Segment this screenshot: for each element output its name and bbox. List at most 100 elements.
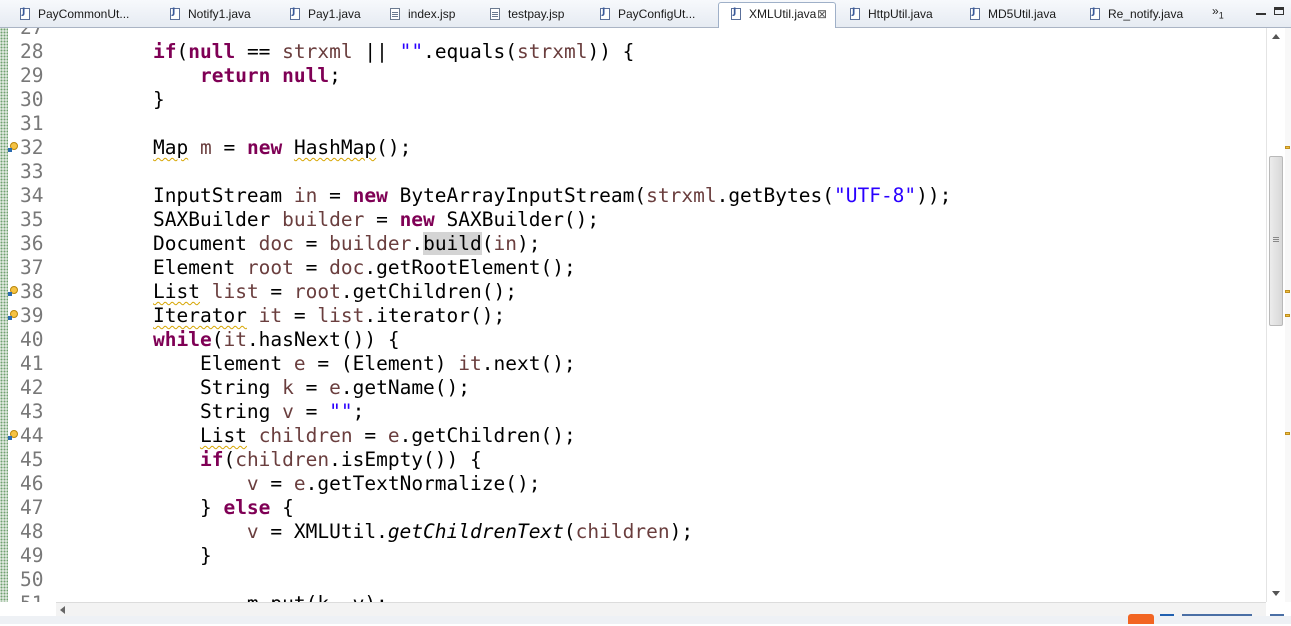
code-token: .iterator(); [364, 304, 506, 327]
code-token: .equals( [423, 40, 517, 63]
line-number: 49 [20, 544, 44, 567]
code-token: SAXBuilder(); [434, 208, 600, 231]
line-code: Map m = new HashMap(); [153, 136, 411, 160]
line-code: List children = e.getChildren(); [153, 424, 576, 448]
tab-notify1-java[interactable]: Notify1.java [158, 3, 273, 27]
code-token: = XMLUtil. [258, 520, 388, 543]
line-number: 42 [20, 376, 44, 399]
java-file-icon [970, 7, 980, 20]
code-token: root [246, 256, 294, 279]
ime-mode-icon[interactable] [1160, 614, 1174, 626]
code-token: Iterator [153, 304, 247, 327]
code-token: it [258, 304, 283, 327]
code-token: children [235, 448, 330, 471]
chevron-double-right-icon: » [1212, 4, 1219, 18]
code-token: .hasNext()) { [246, 328, 400, 351]
ime-logo-icon[interactable] [1128, 614, 1154, 624]
warning-icon[interactable] [8, 310, 19, 321]
warning-marker[interactable] [1285, 290, 1290, 293]
tab-md5util-java[interactable]: MD5Util.java [958, 3, 1073, 27]
code-token: String [153, 376, 283, 399]
horizontal-scrollbar[interactable] [56, 602, 1266, 616]
code-token: Document [153, 232, 259, 255]
code-token: getChildrenText [387, 520, 564, 543]
code-token: if [153, 40, 177, 63]
tab-pay1-java[interactable]: Pay1.java [278, 3, 373, 27]
code-editor[interactable]: 2728if(null == strxml || "".equals(strxm… [0, 28, 1291, 602]
scroll-left-arrow-icon[interactable] [60, 606, 65, 614]
tab-label: Notify1.java [188, 7, 251, 21]
code-token: List [199, 424, 247, 447]
line-number: 39 [20, 304, 44, 327]
overview-ruler[interactable] [1285, 28, 1291, 602]
warning-marker[interactable] [1285, 314, 1290, 317]
code-token: new [246, 136, 283, 159]
code-token: root [293, 280, 341, 303]
code-token: )) [587, 40, 611, 63]
tab-label: Pay1.java [308, 7, 361, 21]
code-token: it [458, 352, 482, 375]
tab-overflow-button[interactable]: »1 [1212, 4, 1224, 20]
code-token: .getChildren(); [340, 280, 517, 303]
code-token: = (Element) [305, 352, 459, 375]
tray-icons[interactable] [1182, 614, 1252, 626]
code-token: strxml [282, 40, 353, 63]
change-ruler [0, 28, 8, 602]
code-token: = [258, 472, 294, 495]
code-token: else [223, 496, 271, 519]
warning-marker[interactable] [1285, 432, 1290, 435]
line-code: if(children.isEmpty()) { [153, 448, 482, 472]
tab-httputil-java[interactable]: HttpUtil.java [838, 3, 953, 27]
code-token: HashMap [293, 136, 377, 159]
vertical-scrollbar[interactable] [1266, 28, 1285, 602]
code-token: .getChildren(); [399, 424, 576, 447]
line-number: 30 [20, 88, 44, 111]
code-token: = [258, 280, 294, 303]
line-code: } else { [153, 496, 294, 520]
tab-payconfigut[interactable]: PayConfigUt... [588, 3, 713, 27]
tray-icon[interactable] [1270, 614, 1284, 626]
line-code: InputStream in = new ByteArrayInputStrea… [153, 184, 951, 208]
code-token: "UTF-8" [833, 184, 917, 207]
warning-icon[interactable] [8, 286, 19, 297]
line-number: 29 [20, 64, 44, 87]
warning-marker[interactable] [1285, 146, 1290, 149]
close-icon[interactable]: ⊠ [817, 3, 827, 25]
code-token: doc [329, 256, 365, 279]
maximize-icon[interactable] [1274, 7, 1284, 15]
code-token: ( [223, 448, 236, 471]
tab-testpay-jsp[interactable]: testpay.jsp [478, 3, 583, 27]
scroll-up-arrow-icon[interactable] [1272, 34, 1280, 39]
warning-icon[interactable] [8, 430, 19, 441]
scroll-down-arrow-icon[interactable] [1272, 591, 1280, 596]
tab-paycommonut[interactable]: PayCommonUt... [8, 3, 153, 27]
warning-icon[interactable] [8, 142, 19, 153]
tab-xmlutil-java[interactable]: XMLUtil.java⊠ [718, 2, 836, 28]
code-token: k [282, 376, 294, 399]
tab-label: PayConfigUt... [618, 7, 696, 21]
line-code: Iterator it = list.iterator(); [153, 304, 505, 328]
line-number: 37 [20, 256, 44, 279]
code-token: .getTextNormalize(); [305, 472, 541, 495]
minimize-icon[interactable] [1256, 7, 1266, 15]
code-token: while [153, 328, 212, 351]
tab-re-notify-java[interactable]: Re_notify.java [1078, 3, 1203, 27]
tab-label: index.jsp [408, 7, 456, 21]
code-token: m [199, 136, 212, 159]
code-token: = [282, 304, 318, 327]
tab-index-jsp[interactable]: index.jsp [378, 3, 473, 27]
line-number: 28 [20, 40, 44, 63]
line-code: Element e = (Element) it.next(); [153, 352, 576, 376]
code-token: SAXBuilder [153, 208, 283, 231]
scrollbar-thumb[interactable] [1269, 156, 1283, 326]
code-token: .getName(); [340, 376, 471, 399]
code-token: strxml [646, 184, 717, 207]
code-token: children [258, 424, 353, 447]
